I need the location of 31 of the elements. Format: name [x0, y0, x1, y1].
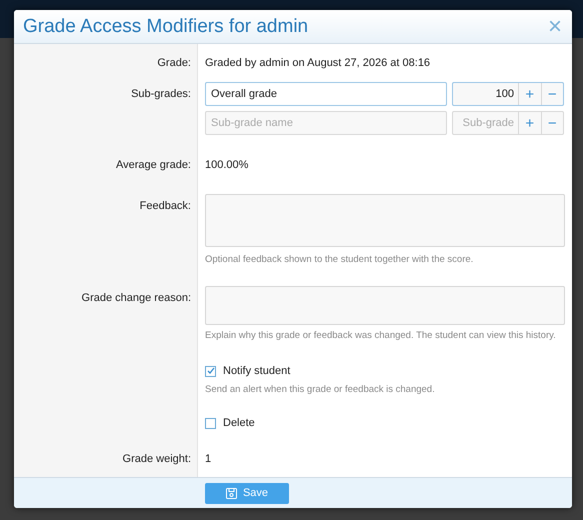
increment-button[interactable]: +: [519, 83, 540, 105]
score-spinner[interactable]: Sub-grade + −: [452, 111, 564, 135]
field-label: Feedback:: [140, 200, 191, 212]
decrement-button[interactable]: −: [540, 83, 563, 105]
average-grade-value: 100.00%: [205, 158, 250, 173]
feedback-field[interactable]: [205, 194, 565, 247]
help-text: Send an alert when this grade or feedback is changed.: [205, 383, 436, 397]
help-text: Explain why this grade or feedback was changed. The student can view this history.: [205, 329, 557, 343]
sub-grade-name-field[interactable]: Overall grade: [205, 82, 447, 106]
score-spinner[interactable]: 100 + −: [452, 82, 564, 106]
field-label: Average grade:: [116, 159, 191, 171]
save-button[interactable]: Save: [205, 482, 289, 504]
close-button[interactable]: ×: [548, 14, 562, 38]
field-label: Sub-grades:: [131, 88, 191, 100]
checkbox-label: Delete: [223, 417, 255, 429]
checkbox-label: Notify student: [223, 365, 290, 377]
help-text: Optional feedback shown to the student together with the score.: [205, 253, 474, 267]
checkbox[interactable]: [205, 366, 216, 376]
reason-field[interactable]: [205, 286, 565, 325]
increment-button[interactable]: +: [519, 112, 540, 134]
field-label: Grade:: [157, 57, 191, 69]
checkbox[interactable]: [205, 418, 216, 428]
field-label: Grade weight:: [122, 453, 191, 465]
sub-grade-score-field[interactable]: Sub-grade: [453, 112, 519, 134]
field-label: Grade change reason:: [82, 292, 191, 304]
grade-info: Graded by admin on August 27, 2026 at 08:16: [205, 56, 432, 71]
dialog-title: Grade Access Modifiers for admin: [23, 16, 308, 38]
grade-weight-value: 1: [205, 452, 212, 467]
sub-grade-name-field[interactable]: Sub-grade name: [205, 111, 447, 135]
sub-grade-score-field[interactable]: 100: [453, 83, 519, 105]
decrement-button[interactable]: −: [540, 112, 563, 134]
